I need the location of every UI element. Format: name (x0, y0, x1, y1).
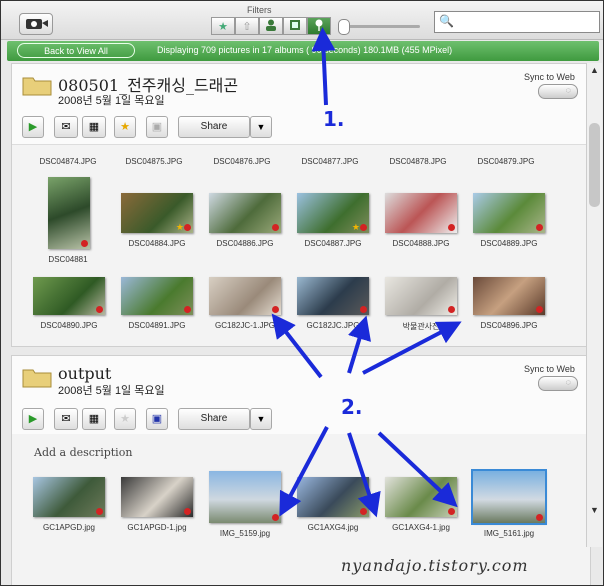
watermark: nyandajo.tistory.com (341, 556, 529, 575)
annotation-arrow (377, 431, 458, 508)
annotation-arrow (347, 432, 381, 518)
annotation-arrow (362, 321, 462, 375)
annotation-arrows (271, 27, 462, 518)
annotation-arrow-1 (311, 27, 336, 106)
annotation-arrow (279, 426, 329, 517)
annotation-arrow (347, 315, 371, 374)
annotation-label-2: 2. (341, 395, 363, 419)
annotation-label-1: 1. (323, 107, 345, 131)
app-window: Filters ★ ⇧ 🔍 Back to View All Displayin… (0, 0, 604, 586)
annotation-arrow (271, 313, 323, 379)
